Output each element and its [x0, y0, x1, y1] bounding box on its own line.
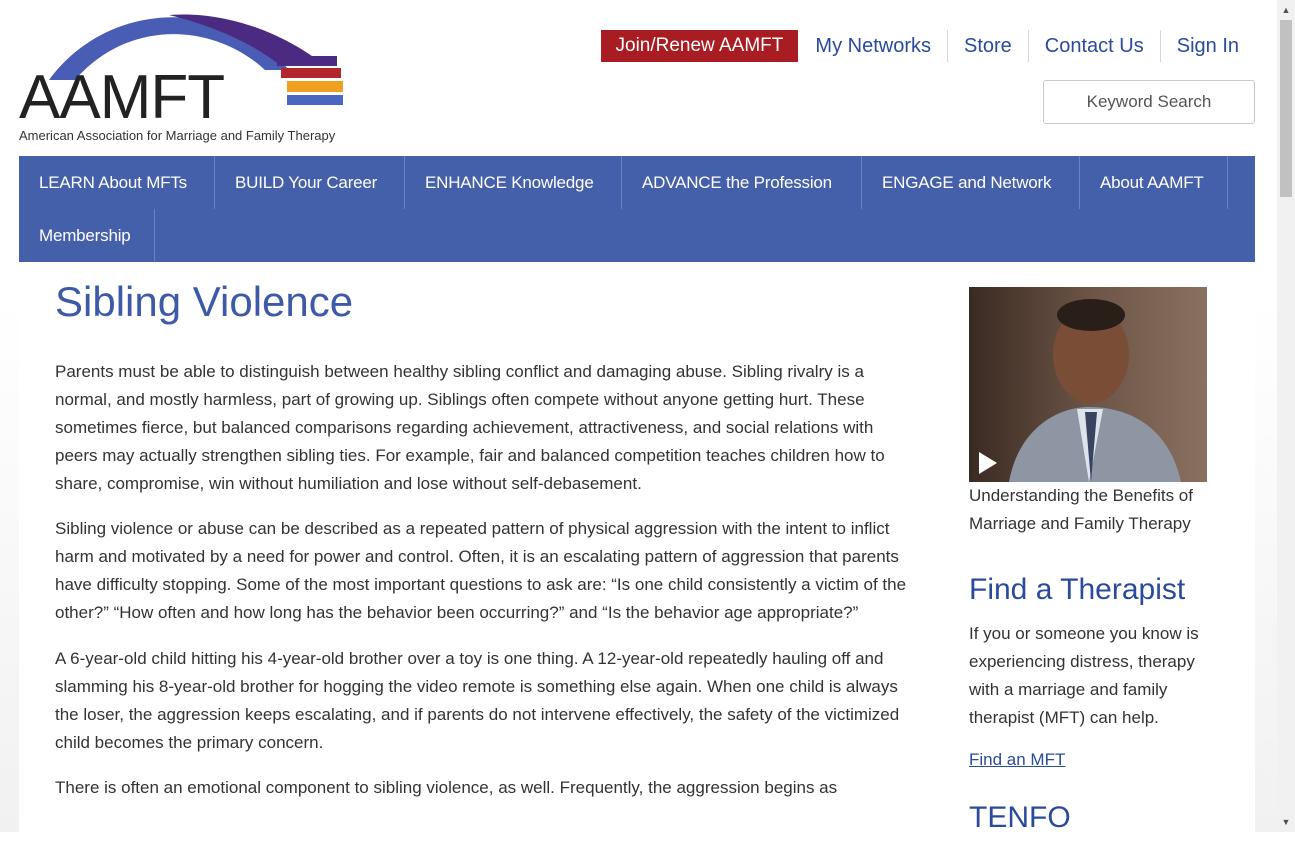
logo-graphic: AAMFT American Association for Marriage … [19, 14, 343, 143]
my-networks-link[interactable]: My Networks [799, 30, 947, 62]
logo-tagline: American Association for Marriage and Fa… [19, 128, 336, 143]
scroll-up-arrow-icon[interactable]: ▲ [1277, 2, 1295, 18]
article-paragraph-2: Sibling violence or abuse can be describ… [55, 519, 907, 622]
therapist-photo [969, 287, 1207, 482]
find-therapist-heading: Find a Therapist [969, 573, 1186, 606]
store-link[interactable]: Store [946, 30, 1028, 62]
video-caption: Understanding the Benefits of Marriage a… [969, 486, 1193, 533]
logo-wordmark: AAMFT [19, 63, 224, 132]
find-mft-link[interactable]: Find an MFT [969, 750, 1065, 770]
nav-item-learn[interactable]: LEARN About MFTs [19, 156, 215, 209]
scrollbar-thumb[interactable] [1280, 20, 1292, 197]
aamft-logo[interactable]: AAMFT American Association for Marriage … [19, 8, 359, 148]
article-paragraph-3: A 6-year-old child hitting his 4-year-ol… [55, 649, 900, 752]
page-title: Sibling Violence [55, 278, 354, 325]
utility-nav: Join/Renew AAMFT My Networks Store Conta… [600, 30, 1256, 62]
join-renew-button[interactable]: Join/Renew AAMFT [600, 30, 799, 62]
page-container: AAMFT American Association for Marriage … [19, 0, 1256, 834]
main-nav: LEARN About MFTs BUILD Your Career ENHAN… [19, 156, 1255, 262]
video-thumbnail[interactable] [969, 287, 1207, 482]
article: Sibling Violence Parents must be able to… [55, 270, 917, 802]
nav-item-engage[interactable]: ENGAGE and Network [862, 156, 1080, 209]
nav-item-about[interactable]: About AAMFT [1080, 156, 1228, 209]
sign-in-link[interactable]: Sign In [1159, 30, 1255, 62]
nav-item-build[interactable]: BUILD Your Career [215, 156, 405, 209]
tenfo-heading: TENFO [969, 801, 1071, 834]
article-paragraph-1: Parents must be able to distinguish betw… [55, 362, 885, 493]
article-paragraph-4: There is often an emotional component to… [55, 778, 838, 797]
nav-item-membership[interactable]: Membership [19, 209, 155, 262]
keyword-search-input[interactable] [1043, 80, 1255, 124]
nav-item-advance[interactable]: ADVANCE the Profession [622, 156, 862, 209]
scroll-down-arrow-icon[interactable]: ▼ [1277, 814, 1295, 830]
sidebar: Understanding the Benefits of Marriage a… [969, 287, 1219, 848]
play-icon[interactable] [979, 452, 997, 474]
find-therapist-text: If you or someone you know is experienci… [969, 624, 1199, 727]
vertical-scrollbar[interactable]: ▲ ▼ [1277, 0, 1295, 832]
contact-us-link[interactable]: Contact Us [1027, 30, 1160, 62]
nav-item-enhance[interactable]: ENHANCE Knowledge [405, 156, 622, 209]
